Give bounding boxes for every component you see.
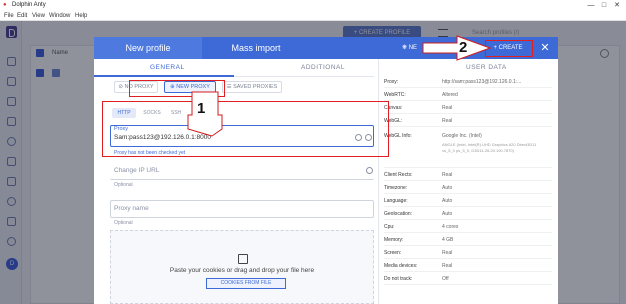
- app-window: ● Dolphin Anty — □ ✕ File Edit View Wind…: [0, 0, 626, 304]
- annotation-arrows: [187, 35, 492, 137]
- annotation-step-1: 1: [197, 100, 206, 117]
- annotation-arrow-2: [422, 35, 492, 61]
- annotation-step-2: 2: [459, 39, 468, 56]
